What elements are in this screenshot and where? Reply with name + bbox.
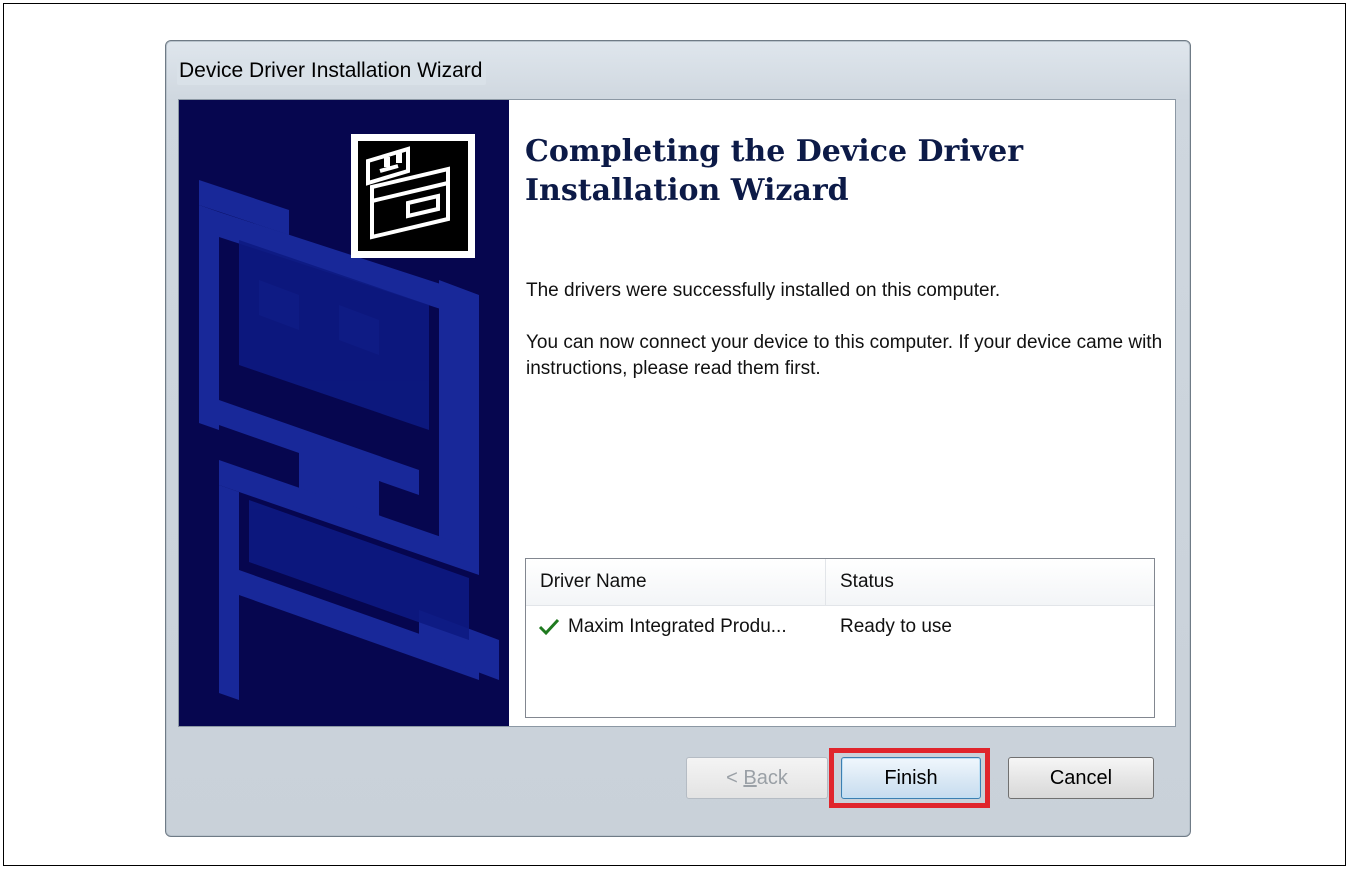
column-header-driver-name[interactable]: Driver Name (526, 559, 826, 605)
table-header: Driver Name Status (526, 559, 1154, 606)
finish-button[interactable]: Finish (841, 757, 981, 799)
table-row[interactable]: Maxim Integrated Produ... Ready to use (526, 607, 1154, 647)
wizard-window: Device Driver Installation Wizard Comple… (165, 40, 1191, 837)
cancel-button[interactable]: Cancel (1008, 757, 1154, 799)
success-message: The drivers were successfully installed … (526, 280, 1001, 301)
title-bar[interactable]: Device Driver Installation Wizard (166, 41, 1190, 99)
wizard-content: Completing the Device Driver Installatio… (178, 99, 1176, 727)
driver-name-cell: Maxim Integrated Produ... (526, 616, 826, 638)
checkmark-icon (538, 618, 560, 636)
driver-status: Ready to use (840, 616, 952, 637)
driver-list[interactable]: Driver Name Status Maxim Integrated Prod… (525, 558, 1155, 718)
back-accelerator: B (743, 767, 757, 789)
hardware-install-icon (351, 134, 475, 258)
back-button[interactable]: < Back (686, 757, 828, 799)
driver-name: Maxim Integrated Produ... (568, 616, 787, 637)
wizard-main: Completing the Device Driver Installatio… (509, 100, 1175, 726)
window-title: Device Driver Installation Wizard (177, 59, 487, 85)
back-label-rest: ack (756, 767, 788, 789)
page-title: Completing the Device Driver Installatio… (525, 134, 1024, 208)
back-prefix: < (726, 767, 744, 789)
instructions-text: You can now connect your device to this … (526, 332, 1163, 379)
wizard-banner (179, 100, 509, 726)
column-header-status[interactable]: Status (826, 559, 894, 605)
button-bar: < Back Finish Cancel (178, 727, 1176, 827)
